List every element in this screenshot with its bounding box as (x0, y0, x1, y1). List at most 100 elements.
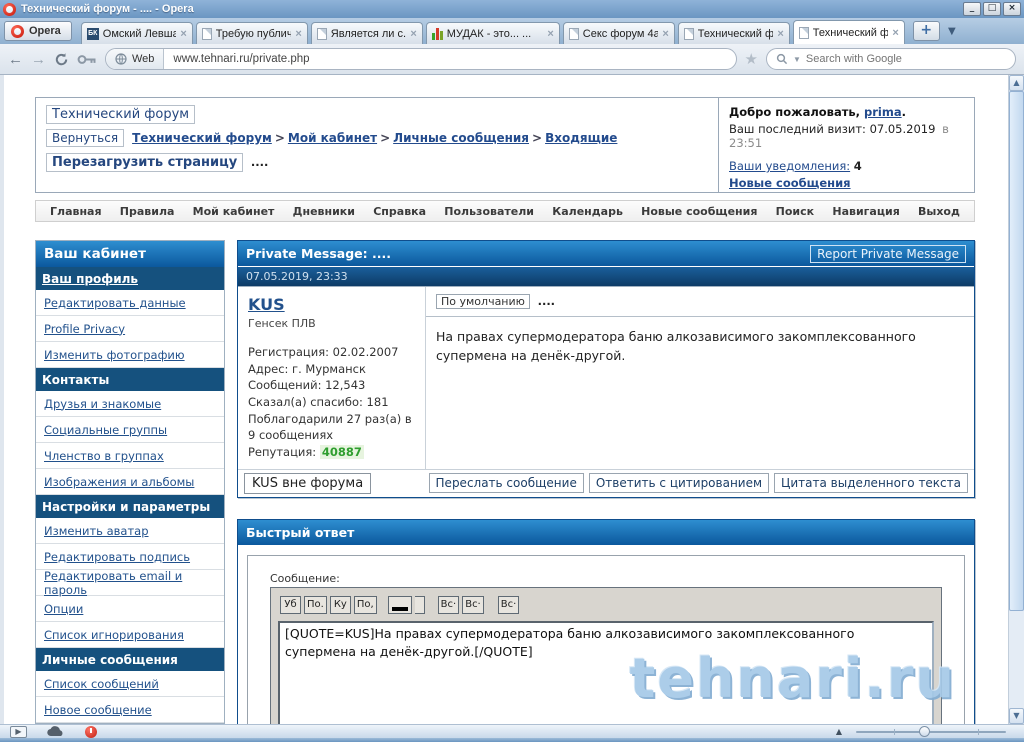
forward-icon[interactable]: → (31, 52, 46, 67)
sidebar-item[interactable]: Список игнорирования (36, 622, 224, 648)
search-field[interactable]: ▼ (766, 48, 1016, 70)
tab[interactable]: Технический ф... × (677, 22, 790, 44)
sidebar-item[interactable]: Редактировать подпись (36, 544, 224, 570)
turbo-alert-icon[interactable] (85, 725, 97, 738)
url-security-badge[interactable]: Web (106, 49, 165, 69)
sidebar-title: Ваш кабинет (36, 241, 224, 267)
minimize-button[interactable]: _ (963, 2, 981, 16)
back-icon[interactable]: ← (8, 52, 23, 67)
tab[interactable]: Секс форум 4al... × (562, 22, 675, 44)
insert-image-button[interactable]: Вс· (462, 595, 484, 614)
quick-reply-textarea[interactable]: [QUOTE=KUS]На правах супермодератора бан… (278, 620, 934, 724)
sidebar-item[interactable]: Список сообщений (36, 671, 224, 697)
breadcrumb-link[interactable]: Личные сообщения (393, 131, 529, 145)
username-link[interactable]: prima (864, 105, 902, 119)
search-engine-dropdown-icon[interactable]: ▼ (793, 55, 801, 64)
vertical-scrollbar[interactable]: ▲ ▼ (1008, 75, 1024, 724)
quote-selected-text-button[interactable]: Цитата выделенного текста (774, 473, 968, 494)
go-back-link[interactable]: Вернуться (46, 129, 125, 147)
nav-item-users[interactable]: Пользователи (444, 205, 534, 218)
sidebar-section-profile[interactable]: Ваш профиль (36, 267, 224, 290)
notifications-link[interactable]: Ваши уведомления: (729, 159, 850, 173)
unite-cloud-icon[interactable] (47, 726, 65, 737)
new-tab-button[interactable]: + (912, 21, 940, 41)
key-icon[interactable] (77, 54, 97, 65)
bookmark-star-icon[interactable]: ★ (745, 50, 758, 68)
forum-navbar: Главная Правила Мой кабинет Дневники Спр… (35, 200, 975, 222)
nav-item-new-messages[interactable]: Новые сообщения (641, 205, 757, 218)
tab-close-icon[interactable]: × (892, 27, 898, 39)
tab[interactable]: МУДАК - это... ... × (425, 22, 560, 44)
tab-close-icon[interactable]: × (547, 28, 553, 40)
report-pm-button[interactable]: Report Private Message (810, 244, 966, 263)
nav-item-home[interactable]: Главная (50, 205, 102, 218)
nav-item-rules[interactable]: Правила (120, 205, 175, 218)
scroll-down-icon[interactable]: ▼ (1009, 708, 1024, 724)
restore-button[interactable]: □ (983, 2, 1001, 16)
sidebar-item[interactable]: Редактировать email и пароль (36, 569, 224, 597)
reload-page-link[interactable]: Перезагрузить страницу (46, 153, 244, 172)
reply-with-quote-button[interactable]: Ответить с цитированием (588, 473, 770, 494)
tab-list-dropdown-icon[interactable]: ▼ (942, 26, 962, 37)
font-color-button[interactable] (387, 595, 412, 614)
author-name-link[interactable]: KUS (248, 295, 285, 314)
insert-quote-button[interactable]: Вс· (497, 595, 520, 614)
tab-close-icon[interactable]: × (295, 28, 301, 40)
zoom-popup-icon[interactable]: ▲ (836, 727, 842, 736)
search-input[interactable] (805, 53, 1006, 65)
zoom-slider-thumb[interactable] (919, 725, 930, 737)
nav-item-cabinet[interactable]: Мой кабинет (193, 205, 275, 218)
tab-close-icon[interactable]: × (777, 28, 783, 40)
remove-format-button[interactable]: Уб (280, 595, 301, 614)
breadcrumb-separator: > (274, 131, 285, 145)
reload-icon[interactable] (54, 52, 69, 67)
sidebar-item[interactable]: Социальные группы (36, 417, 224, 443)
tab-label: Является ли с... (330, 27, 407, 40)
tab[interactable]: БК Омский Левша... × (80, 22, 193, 44)
breadcrumb-separator: > (380, 131, 391, 145)
sidebar-item[interactable]: Редактировать данные (36, 290, 224, 316)
tab-close-icon[interactable]: × (410, 28, 416, 40)
sidebar-item[interactable]: Опции (36, 596, 224, 622)
url-text[interactable]: www.tehnari.ru/private.php (164, 53, 318, 65)
tab[interactable]: Является ли с... × (310, 22, 423, 44)
new-messages-link[interactable]: Новые сообщения (729, 176, 851, 190)
close-button[interactable]: × (1003, 2, 1021, 16)
sidebar-item[interactable]: Изменить фотографию (36, 342, 224, 368)
scroll-up-icon[interactable]: ▲ (1009, 75, 1024, 91)
nav-item-search[interactable]: Поиск (776, 205, 814, 218)
bold-button[interactable]: По. (304, 595, 327, 614)
opera-menu-button[interactable]: Opera (4, 21, 72, 41)
page-favicon (798, 26, 809, 39)
url-field[interactable]: Web www.tehnari.ru/private.php (105, 48, 737, 70)
sidebar-item[interactable]: Новое сообщение (36, 697, 224, 723)
nav-item-navigation[interactable]: Навигация (832, 205, 899, 218)
sidebar-item[interactable]: Profile Privacy (36, 316, 224, 342)
tab-active[interactable]: Технический ф... × (792, 20, 905, 44)
underline-button[interactable]: По, (353, 595, 377, 614)
zoom-slider[interactable] (856, 725, 1006, 737)
nav-item-calendar[interactable]: Календарь (552, 205, 623, 218)
breadcrumb-link[interactable]: Технический форум (132, 131, 272, 145)
tab-close-icon[interactable]: × (180, 28, 186, 40)
forward-message-button[interactable]: Переслать сообщение (428, 473, 584, 494)
nav-item-blogs[interactable]: Дневники (293, 205, 355, 218)
sidebar-item[interactable]: Друзья и знакомые (36, 391, 224, 417)
sidebar-item[interactable]: Членство в группах (36, 443, 224, 469)
font-color-dropdown[interactable] (414, 595, 425, 614)
italic-button[interactable]: Ку (329, 595, 351, 614)
breadcrumb-link[interactable]: Входящие (545, 131, 617, 145)
tab-close-icon[interactable]: × (662, 28, 668, 40)
sidebar-item[interactable]: Изображения и альбомы (36, 469, 224, 495)
panels-toggle-icon[interactable]: ▶ (10, 725, 27, 738)
tab[interactable]: Требую публич... × (195, 22, 308, 44)
sidebar-item[interactable]: Изменить аватар (36, 518, 224, 544)
nav-item-help[interactable]: Справка (373, 205, 426, 218)
globe-icon (115, 53, 127, 65)
insert-link-button[interactable]: Вс· (437, 595, 460, 614)
page-favicon (568, 27, 579, 40)
scrollbar-thumb[interactable] (1009, 91, 1024, 611)
breadcrumb-link[interactable]: Мой кабинет (288, 131, 377, 145)
site-title-link[interactable]: Технический форум (46, 105, 196, 124)
nav-item-logout[interactable]: Выход (918, 205, 960, 218)
